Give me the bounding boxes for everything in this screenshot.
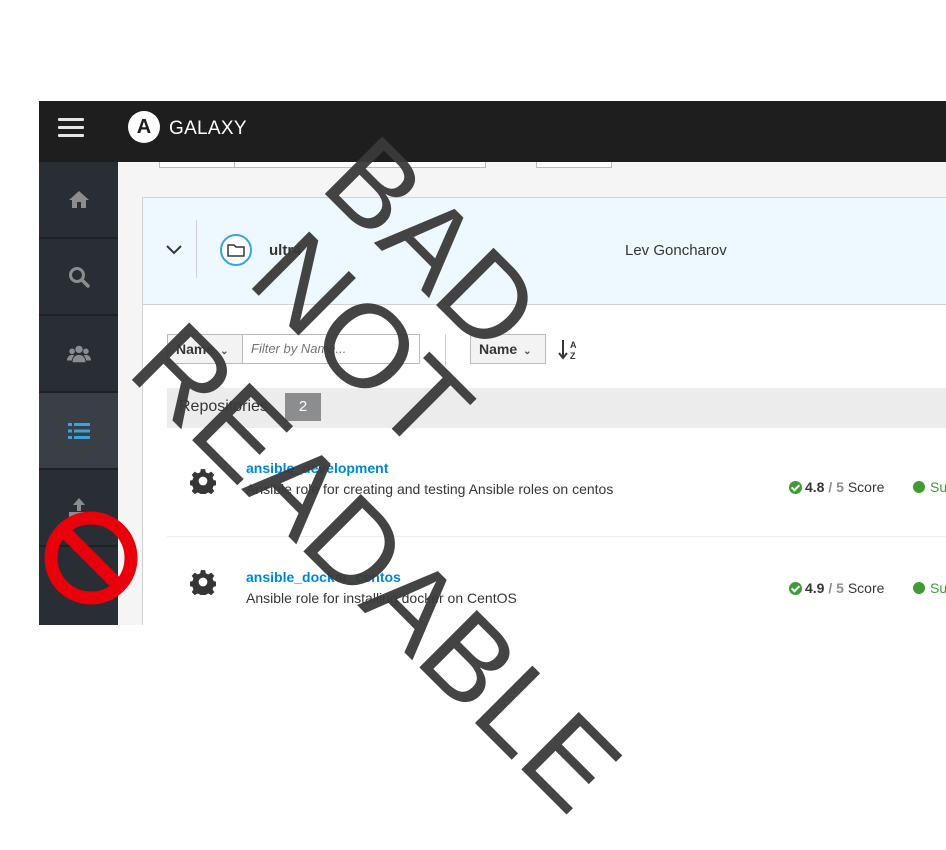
ansible-logo[interactable]: A <box>128 111 160 143</box>
repository-name[interactable]: ansible_development <box>246 460 388 476</box>
namespace-name[interactable]: ultr4 <box>269 242 302 259</box>
namespace-panel: ultr4 Lev Goncharov Name ⌄ Name ⌄ A <box>142 197 946 625</box>
divider <box>196 220 197 278</box>
chevron-down-icon: ⌄ <box>220 346 229 357</box>
repositories-label: Repositories <box>179 398 268 415</box>
repository-score: 4.9 / 5 Score <box>789 580 884 596</box>
repository-description: Ansible role for creating and testing An… <box>246 481 614 497</box>
score-value: 4.9 <box>805 580 825 596</box>
repository-name[interactable]: ansible_docker_centos <box>246 569 401 585</box>
clipped-control <box>234 162 486 168</box>
sidebar-item-import[interactable] <box>39 470 118 547</box>
list-icon <box>67 422 90 439</box>
filter-field-select[interactable]: Name ⌄ <box>167 334 243 364</box>
repository-status: Su <box>913 479 946 495</box>
repository-description: Ansible role for installing docker on Ce… <box>246 590 517 606</box>
score-label: Score <box>847 479 885 495</box>
folder-icon <box>220 234 252 266</box>
sort-field-select[interactable]: Name ⌄ <box>470 334 546 364</box>
sort-field-label: Name <box>479 341 518 357</box>
list-toolbar: Name ⌄ Name ⌄ A Z <box>167 334 946 366</box>
repository-score: 4.8 / 5 Score <box>789 479 884 495</box>
upload-icon <box>68 497 89 518</box>
repositories-bar: Repositories 2 <box>167 388 946 428</box>
hamburger-menu-icon[interactable] <box>58 118 84 138</box>
status-dot-icon <box>913 481 925 493</box>
sidebar-item-my-content[interactable] <box>39 393 118 470</box>
clipped-toolbar-remnant <box>118 162 946 168</box>
check-circle-icon <box>789 481 802 494</box>
repositories-count-badge: 2 <box>285 393 321 421</box>
users-icon <box>66 345 91 362</box>
main-content: ultr4 Lev Goncharov Name ⌄ Name ⌄ A <box>118 162 946 625</box>
score-label: Score <box>847 580 885 596</box>
repository-row: ansible_development Ansible role for cre… <box>167 428 946 537</box>
sort-alpha-icon[interactable]: A Z <box>558 338 580 362</box>
filter-input[interactable] <box>251 341 411 356</box>
check-circle-icon <box>789 582 802 595</box>
chevron-down-icon[interactable] <box>163 238 185 260</box>
home-icon <box>68 190 89 208</box>
galaxy-app: A GALAXY ultr4 Lev Goncharov Name ⌄ Filt… <box>39 101 946 625</box>
sidebar-item-home[interactable] <box>39 162 118 239</box>
namespace-owner: Lev Goncharov <box>625 242 727 259</box>
gear-icon <box>190 570 216 595</box>
search-icon <box>68 266 90 288</box>
gear-icon <box>190 469 216 494</box>
top-navbar: A GALAXY <box>39 101 946 162</box>
filter-field-label: Name <box>176 341 215 357</box>
repository-row: ansible_docker_centos Ansible role for i… <box>167 537 946 625</box>
filter-input-wrapper[interactable] <box>242 334 420 364</box>
divider <box>445 334 446 366</box>
svg-text:A: A <box>570 340 577 350</box>
status-label: Su <box>930 580 946 596</box>
repository-status: Su <box>913 580 946 596</box>
svg-text:Z: Z <box>570 351 576 361</box>
sidebar-item-community[interactable] <box>39 316 118 393</box>
status-label: Su <box>930 479 946 495</box>
score-value: 4.8 <box>805 479 825 495</box>
score-max: / 5 <box>828 580 844 596</box>
chevron-down-icon: ⌄ <box>523 346 532 357</box>
clipped-control <box>159 162 237 168</box>
status-dot-icon <box>913 582 925 594</box>
clipped-control <box>536 162 612 168</box>
score-max: / 5 <box>828 479 844 495</box>
sidebar-item-search[interactable] <box>39 239 118 316</box>
brand-title[interactable]: GALAXY <box>169 118 247 140</box>
namespace-header: ultr4 Lev Goncharov <box>143 198 946 305</box>
sidebar <box>39 162 118 625</box>
